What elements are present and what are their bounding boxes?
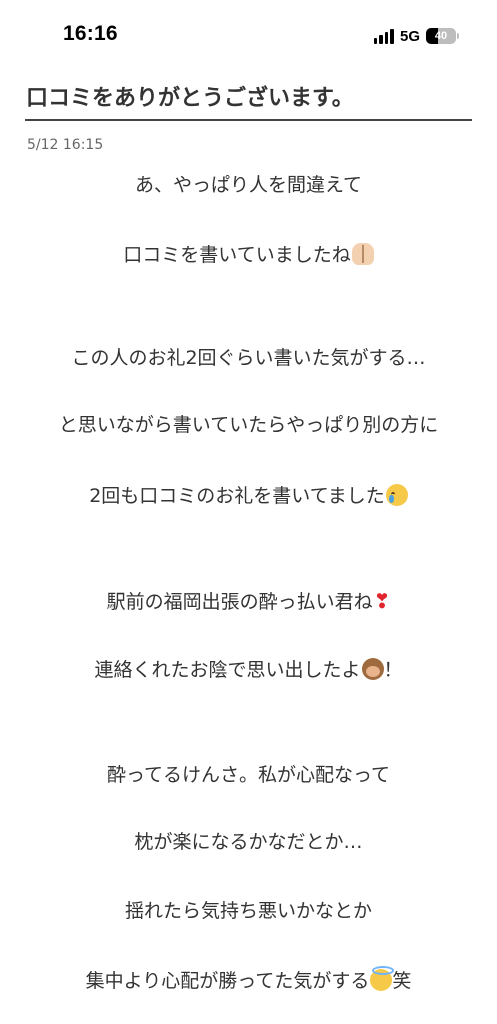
- post-line: あ、やっぱり人を間違えて: [0, 170, 497, 197]
- post-line-suffix: 笑: [392, 970, 412, 992]
- post-line-text: と思いながら書いていたらやっぱり別の方に: [58, 414, 439, 436]
- post-line: この人のお礼2回ぐらい書いた気がする…: [0, 343, 497, 370]
- post-line: 駅前の福岡出張の酔っ払い君ね❣: [0, 587, 497, 614]
- battery-level: 40: [434, 30, 448, 42]
- crying-face-emoji: [385, 484, 408, 506]
- post-line-text: 枕が楽になるかなだとか…: [134, 831, 363, 853]
- page-title: 口コミをありがとうございます。: [26, 86, 354, 111]
- post-line: と思いながら書いていたらやっぱり別の方に: [0, 410, 497, 437]
- network-type: 5G: [399, 27, 420, 45]
- post-date: 5/12 16:15: [27, 137, 104, 153]
- post-line: 集中より心配が勝ってた気がする笑: [0, 966, 497, 993]
- post-line-text: あ、やっぱり人を間違えて: [134, 174, 363, 196]
- post-line: 2回も口コミのお礼を書いてました: [0, 481, 497, 508]
- post-line-text: 連絡くれたお陰で思い出したよ: [94, 659, 361, 681]
- status-bar: 16:16 5G 40: [0, 0, 497, 70]
- status-indicators: 5G 40: [373, 26, 459, 46]
- cellular-signal-icon: [373, 28, 394, 44]
- folded-hands-emoji: [351, 243, 374, 265]
- post-line-text: 2回も口コミのお礼を書いてました: [89, 485, 385, 507]
- post-line-suffix: ！: [383, 659, 403, 681]
- post-line: 口コミを書いていましたね: [0, 240, 497, 267]
- see-no-evil-monkey-emoji: [361, 658, 384, 680]
- post-line: 揺れたら気持ち悪いかなとか: [0, 896, 497, 923]
- battery-icon: 40: [426, 28, 456, 44]
- status-time: 16:16: [63, 22, 118, 45]
- post-line: 枕が楽になるかなだとか…: [0, 827, 497, 854]
- heart-exclamation-emoji: ❣: [373, 589, 391, 613]
- post-line: 連絡くれたお陰で思い出したよ ！: [0, 655, 497, 682]
- post-line-text: 駅前の福岡出張の酔っ払い君ね: [106, 591, 373, 613]
- battery-cap: [457, 33, 459, 39]
- post-line-text: 集中より心配が勝ってた気がする: [85, 970, 370, 992]
- post-line-text: 揺れたら気持ち悪いかなとか: [124, 900, 372, 922]
- smiling-face-with-halo-emoji: [370, 966, 395, 991]
- post-line-text: 酔ってるけんさ。私が心配なって: [106, 764, 391, 786]
- post-line-text: この人のお礼2回ぐらい書いた気がする…: [71, 347, 426, 369]
- post-line-text: 口コミを書いていましたね: [123, 244, 351, 266]
- title-divider: [25, 119, 472, 121]
- post-line: 酔ってるけんさ。私が心配なって: [0, 760, 497, 787]
